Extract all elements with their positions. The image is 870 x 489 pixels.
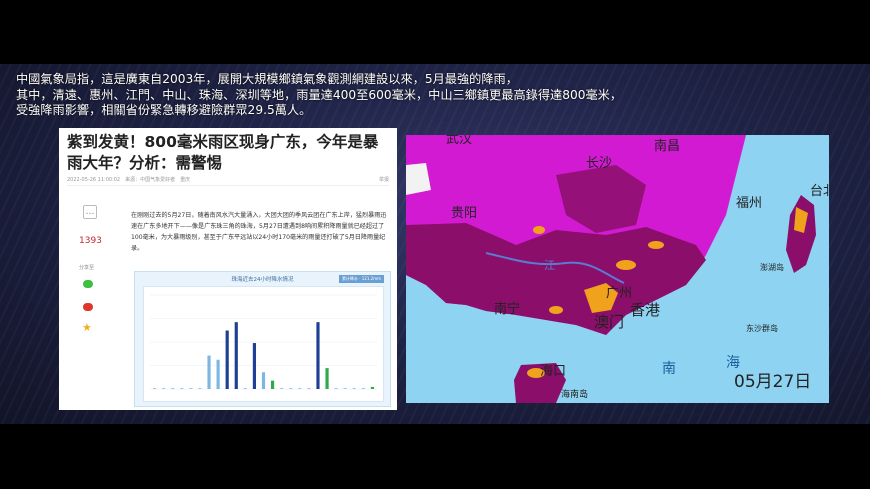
chart-bar xyxy=(270,380,275,389)
chart-bar xyxy=(243,387,247,389)
label-hongkong: 香港 xyxy=(630,301,660,319)
label-nanning: 南宁 xyxy=(494,301,520,317)
caption-line-2: 其中，清遠、惠州、江門、中山、珠海、深圳等地，雨量達400至600毫米，中山三鄉… xyxy=(16,87,623,102)
chart-bar xyxy=(307,387,311,389)
chart-bar xyxy=(162,387,166,389)
chart-bar xyxy=(252,343,257,389)
chart-bar xyxy=(361,387,365,389)
label-guangzhou: 广州 xyxy=(606,286,632,301)
report-link[interactable]: 举报 xyxy=(379,176,389,183)
chart-bar xyxy=(207,355,211,389)
favorite-icon[interactable]: ★ xyxy=(82,322,92,333)
chart-bar xyxy=(171,387,175,389)
news-caption: 中國氣象局指，這是廣東自2003年，展開大規模鄉鎮氣象觀測網建設以來，5月最強的… xyxy=(16,72,866,119)
chart-badge: 累计降水 · 121.2mm xyxy=(338,275,384,283)
extreme-rain-core xyxy=(648,241,664,249)
label-nanchang: 南昌 xyxy=(654,138,680,154)
chart-bar xyxy=(325,368,329,389)
caption-line-3: 受強降雨影響，相關省份緊急轉移避險群眾29.5萬人。 xyxy=(16,103,312,117)
label-macau: 澳门 xyxy=(594,313,624,331)
divider xyxy=(67,185,389,186)
chart-bar xyxy=(280,387,284,389)
label-wuhan: 武汉 xyxy=(446,135,472,147)
extreme-rain-core xyxy=(616,260,636,270)
label-river: 江 xyxy=(544,259,555,272)
map-date: 05月27日 xyxy=(734,372,811,392)
comment-icon[interactable]: … xyxy=(83,205,97,219)
chart-bar xyxy=(152,387,157,389)
label-penghu: 澎湖岛 xyxy=(760,262,784,272)
rainfall-bar-chart xyxy=(150,294,377,390)
label-haikou: 海口 xyxy=(540,364,566,379)
label-changsha: 长沙 xyxy=(586,156,612,171)
weibo-icon[interactable] xyxy=(83,303,93,311)
share-label: 分享至 xyxy=(79,265,95,271)
label-guiyang: 贵阳 xyxy=(451,206,477,221)
article-title: 紫到发黄！800毫米雨区现身广东，今年是暴雨大年？分析：需警惕 xyxy=(67,133,379,172)
chart-bar xyxy=(261,372,266,389)
rainfall-chart xyxy=(143,286,384,402)
extreme-rain-core xyxy=(533,226,545,234)
chart-bar xyxy=(352,387,356,389)
chart-bar xyxy=(180,387,184,389)
chart-bar xyxy=(334,387,338,389)
chart-bar xyxy=(225,330,229,389)
chart-bar xyxy=(316,322,320,389)
label-south: 南 xyxy=(662,361,676,377)
chart-bar xyxy=(216,359,220,389)
article-screenshot: 紫到发黄！800毫米雨区现身广东，今年是暴雨大年？分析：需警惕 2022-05-… xyxy=(59,128,397,410)
label-hainan: 海南岛 xyxy=(561,388,588,400)
label-fuzhou: 福州 xyxy=(736,196,762,211)
like-count: 1393 xyxy=(79,236,102,246)
article-meta: 2022-05-26 11:00:02 来源：中国气象爱好者 重庆 xyxy=(67,177,191,183)
chart-bar xyxy=(189,387,193,389)
chart-bar xyxy=(289,387,293,389)
chart-bar xyxy=(198,387,202,389)
rainfall-map: 武汉 长沙 南昌 贵阳 福州 台北 南宁 广州 香港 澳门 海口 海南岛 澎湖岛… xyxy=(406,135,829,403)
map-canvas: 武汉 长沙 南昌 贵阳 福州 台北 南宁 广州 香港 澳门 海口 海南岛 澎湖岛… xyxy=(406,135,829,403)
rainfall-chart-panel: 珠海近去24小时降水情况 累计降水 · 121.2mm xyxy=(134,271,391,407)
chart-bar xyxy=(234,322,238,389)
label-sea: 海 xyxy=(726,355,740,371)
label-dongsha: 东沙群岛 xyxy=(746,323,778,333)
chart-bar xyxy=(370,386,375,389)
wechat-icon[interactable] xyxy=(83,280,93,288)
chart-bar xyxy=(298,387,302,389)
extreme-rain-core xyxy=(549,306,563,314)
caption-line-1: 中國氣象局指，這是廣東自2003年，展開大規模鄉鎮氣象觀測網建設以來，5月最強的… xyxy=(16,72,518,86)
chart-bar xyxy=(343,387,347,389)
article-body: 在刚刚过去的5月27日，随着南风水汽大量涌入，大团大团的季风云团在广东上岸，猛烈… xyxy=(131,212,387,252)
label-taibei: 台北 xyxy=(810,184,829,199)
